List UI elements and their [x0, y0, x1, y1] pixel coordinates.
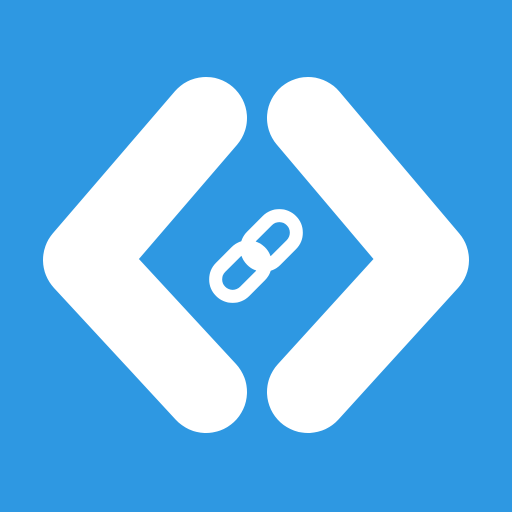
app-icon: [0, 0, 512, 512]
code-link-icon: [0, 0, 512, 512]
